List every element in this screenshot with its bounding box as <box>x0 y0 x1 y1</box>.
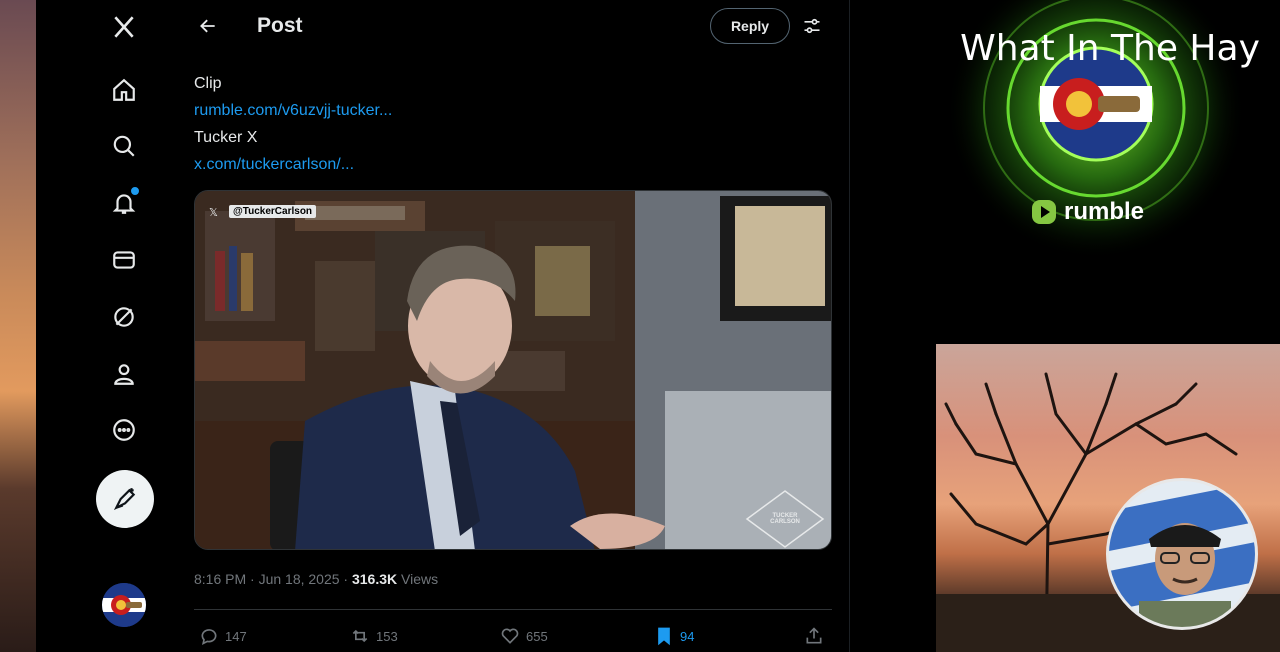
webcam-overlay <box>1106 478 1258 630</box>
bookmark-count: 94 <box>680 628 695 644</box>
settings-icon[interactable] <box>798 14 826 38</box>
bookmark-icon <box>658 627 670 646</box>
reply-action[interactable]: 147 <box>199 626 247 646</box>
video-player[interactable]: 𝕏 @TuckerCarlson TUCKER CARLSON <box>194 190 832 550</box>
notifications-icon[interactable] <box>109 185 141 218</box>
post-metadata: 8:16 PM · Jun 18, 2025 · 316.3K Views <box>194 571 438 587</box>
post-text: Clip rumble.com/v6uzvjj-tucker... Tucker… <box>194 70 392 178</box>
compose-icon <box>113 488 136 511</box>
repost-action[interactable]: 153 <box>350 626 398 646</box>
repost-count: 153 <box>376 628 398 644</box>
repost-icon <box>352 629 368 643</box>
rumble-wordmark: rumble <box>1064 198 1145 225</box>
compose-post-button[interactable] <box>96 470 154 528</box>
divider <box>194 609 832 610</box>
x-logo-icon: 𝕏 <box>209 207 218 219</box>
bookmark-action[interactable]: 94 <box>654 626 694 646</box>
post-timestamp[interactable]: 8:16 PM · Jun 18, 2025 · <box>194 571 352 587</box>
search-icon[interactable] <box>109 131 139 161</box>
x-logo-icon[interactable] <box>109 12 139 42</box>
like-count: 655 <box>526 628 548 644</box>
more-icon[interactable] <box>109 415 139 445</box>
notification-badge <box>129 185 141 197</box>
video-watermark: TUCKER CARLSON <box>770 513 800 525</box>
background-photo-panel <box>936 344 1280 652</box>
webcam-feed <box>1109 481 1255 627</box>
home-icon[interactable] <box>109 75 139 105</box>
heart-icon <box>501 628 519 644</box>
share-icon <box>806 627 822 644</box>
profile-icon[interactable] <box>109 359 139 389</box>
post-column: Post Reply Clip rumble.com/v6uzvjj-tucke… <box>178 0 850 652</box>
reply-icon <box>201 629 217 646</box>
channel-promo-panel: What In The Hay rumble <box>936 0 1280 344</box>
like-action[interactable]: 655 <box>500 626 548 646</box>
back-button[interactable] <box>194 12 222 40</box>
post-link[interactable]: rumble.com/v6uzvjj-tucker... <box>194 97 392 124</box>
grok-icon[interactable] <box>109 302 139 332</box>
arrow-left-icon <box>200 19 215 33</box>
rumble-logo: rumble <box>1030 198 1144 226</box>
video-source-label: @TuckerCarlson <box>229 205 317 218</box>
view-count: 316.3K <box>351 571 398 587</box>
page-title: Post <box>257 14 303 37</box>
sidebar-nav <box>36 0 178 652</box>
account-avatar[interactable] <box>102 583 146 627</box>
share-action[interactable] <box>804 626 824 646</box>
post-header: Post Reply <box>178 0 850 52</box>
post-text-line: Tucker X <box>194 129 258 146</box>
reply-count: 147 <box>225 628 247 644</box>
reply-button[interactable]: Reply <box>710 8 790 44</box>
background-photo-strip <box>0 0 36 652</box>
post-actions: 147 153 655 94 <box>194 624 832 652</box>
messages-icon[interactable] <box>109 245 139 275</box>
rumble-play-icon <box>1032 200 1056 224</box>
channel-title: What In The Hay <box>960 28 1260 69</box>
video-frame <box>195 191 831 549</box>
post-link[interactable]: x.com/tuckercarlson/... <box>194 151 392 178</box>
views-label: Views <box>397 571 439 587</box>
post-text-line: Clip <box>194 75 222 92</box>
